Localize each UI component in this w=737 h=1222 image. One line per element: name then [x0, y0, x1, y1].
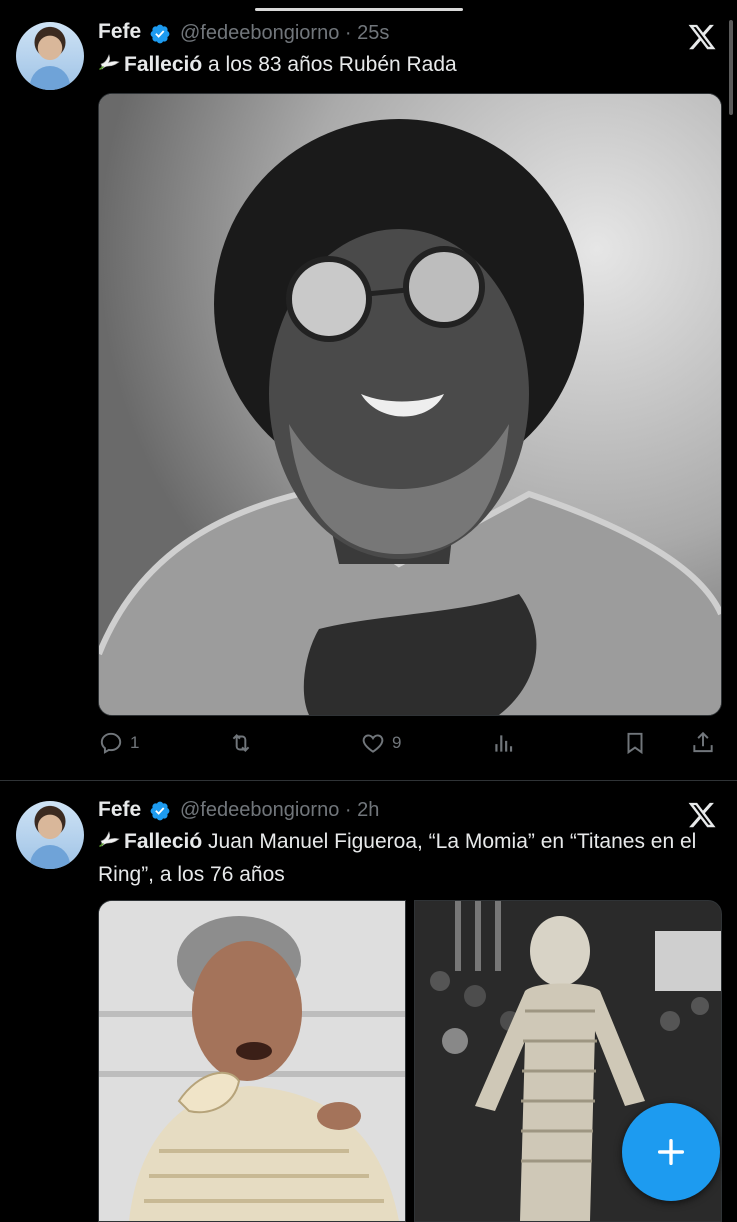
heart-icon	[362, 734, 384, 753]
handle-text: @fedeebongiorno	[180, 799, 340, 821]
share-button[interactable]	[690, 728, 716, 758]
timestamp[interactable]: · 25s	[345, 22, 389, 44]
share-icon	[693, 731, 713, 753]
x-logo-icon[interactable]	[687, 800, 717, 830]
bookmark-button[interactable]	[622, 728, 648, 758]
views-icon	[495, 735, 513, 752]
portrait-photo	[99, 94, 721, 715]
plus-icon	[657, 1138, 685, 1166]
verified-badge-icon	[150, 24, 170, 44]
tweet[interactable]: Fefe @fedeebongiorno · 25s Falleció a lo…	[0, 0, 737, 780]
verified-badge-icon	[150, 801, 170, 821]
bookmark-icon	[627, 732, 643, 755]
reply-button[interactable]: 1	[98, 728, 139, 758]
avatar[interactable]	[16, 22, 84, 90]
retweet-icon	[232, 734, 250, 752]
x-logo-icon[interactable]	[687, 22, 717, 52]
author-name[interactable]: Fefe	[98, 798, 141, 822]
reply-count: 1	[130, 733, 140, 752]
handle-text: @fedeebongiorno	[180, 22, 340, 44]
reply-icon	[100, 732, 122, 754]
timestamp[interactable]: · 2h	[345, 799, 379, 821]
wrestler-photo	[99, 901, 405, 1221]
tweet-actions: 1 9	[98, 728, 720, 758]
author-handle[interactable]: @fedeebongiorno · 25s	[180, 22, 389, 45]
tweet-text-bold: Falleció	[124, 53, 203, 76]
tweet-text-bold: Falleció	[124, 830, 203, 853]
views-button[interactable]	[491, 728, 517, 758]
tweet-text: Falleció a los 83 años Rubén Rada	[98, 50, 717, 83]
dove-emoji-icon	[98, 827, 124, 860]
author-name[interactable]: Fefe	[98, 20, 141, 44]
tweet-photo[interactable]	[98, 93, 722, 716]
author-handle[interactable]: @fedeebongiorno · 2h	[180, 799, 379, 822]
dove-emoji-icon	[98, 50, 124, 83]
retweet-button[interactable]	[228, 728, 254, 758]
like-count: 9	[392, 733, 402, 752]
tweet-text: Falleció Juan Manuel Figueroa, “La Momia…	[98, 827, 717, 890]
compose-button[interactable]	[622, 1103, 720, 1201]
tweet-text-rest: a los 83 años Rubén Rada	[202, 53, 457, 76]
tweet-photo[interactable]	[98, 900, 406, 1222]
like-button[interactable]: 9	[360, 728, 401, 758]
avatar[interactable]	[16, 801, 84, 869]
